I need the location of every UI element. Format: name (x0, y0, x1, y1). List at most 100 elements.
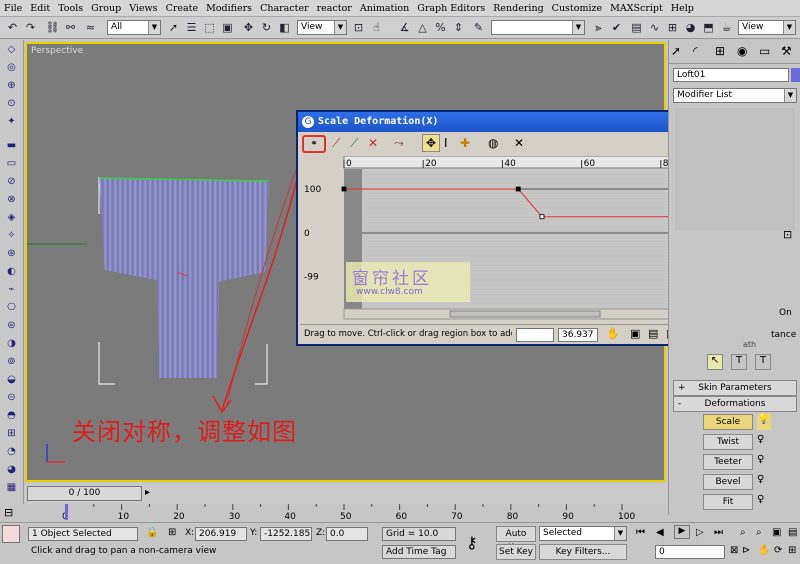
maximize-viewport-icon[interactable]: ⊞ (788, 545, 796, 556)
undo-icon[interactable]: ↶ (4, 19, 21, 36)
zoom-extents-icon[interactable]: ▣ (772, 527, 781, 538)
menu-edit[interactable]: Edit (30, 3, 50, 14)
play-icon[interactable]: ▶ (674, 525, 690, 539)
zoom-horizontal-extents-icon[interactable]: ▤ (648, 327, 658, 340)
curve-editor-icon[interactable]: ∿ (646, 19, 663, 36)
key-selection-dropdown[interactable]: Selected ▼ (539, 526, 627, 541)
menu-modifiers[interactable]: Modifiers (206, 3, 252, 14)
z-coordinate-field[interactable]: 0.0 (326, 527, 368, 541)
render-setup-icon[interactable]: ⬒ (700, 19, 717, 36)
mirror-icon[interactable]: ⫸ (590, 19, 607, 36)
select-manipulate-icon[interactable]: ☝ (368, 19, 385, 36)
unlink-icon[interactable]: ⚯ (62, 19, 79, 36)
absolute-mode-icon[interactable]: ⊞ (168, 527, 176, 538)
schematic-view-icon[interactable]: ⊞ (664, 19, 681, 36)
zoom-extents-icon[interactable]: ▣ (630, 327, 640, 340)
key-mode-icon[interactable]: ⚷ (466, 533, 478, 552)
bevel-toggle-icon[interactable]: ♀ (757, 474, 764, 485)
tool-icon[interactable]: ◈ (3, 212, 20, 223)
menu-character[interactable]: Character (260, 3, 309, 14)
menu-file[interactable]: File (4, 3, 22, 14)
move-control-point-icon[interactable]: ✥ (422, 134, 440, 152)
tool-icon[interactable]: ✦ (3, 116, 20, 127)
tool-icon[interactable]: ▬ (3, 140, 20, 151)
bevel-button[interactable]: Bevel (703, 474, 753, 490)
tool-icon[interactable]: ◇ (3, 44, 20, 55)
make-symmetrical-icon[interactable]: ⚭ (302, 135, 326, 153)
x-coordinate-field[interactable]: 206.919 (195, 527, 247, 541)
rotate-icon[interactable]: ↻ (258, 19, 275, 36)
selection-filter-dropdown[interactable]: All ▼ (107, 20, 161, 35)
utilities-tab-icon[interactable]: ⚒ (781, 44, 792, 58)
fit-button[interactable]: Fit (703, 494, 753, 510)
menu-views[interactable]: Views (129, 3, 157, 14)
key-filters-button[interactable]: Key Filters... (539, 544, 627, 560)
motion-tab-icon[interactable]: ◉ (737, 44, 747, 58)
menu-tools[interactable]: Tools (58, 3, 83, 14)
menu-create[interactable]: Create (166, 3, 199, 14)
layer-manager-icon[interactable]: ▤ (628, 19, 645, 36)
teeter-button[interactable]: Teeter (703, 454, 753, 470)
tool-icon[interactable]: ⊙ (3, 98, 20, 109)
tool-icon[interactable]: ◑ (3, 338, 20, 349)
delete-control-point-icon[interactable]: ◍ (488, 136, 498, 150)
menu-maxscript[interactable]: MAXScript (610, 3, 663, 14)
move-icon[interactable]: ✥ (240, 19, 257, 36)
select-object-icon[interactable]: ➚ (165, 19, 182, 36)
tool-icon[interactable]: ◐ (3, 266, 20, 277)
control-point[interactable] (539, 214, 545, 220)
menu-customize[interactable]: Customize (552, 3, 602, 14)
tool-icon[interactable]: ⊕ (3, 80, 20, 91)
display-x-axis-icon[interactable]: ⟋ (332, 136, 340, 151)
next-frame-button-icon[interactable]: ▷ (696, 527, 704, 538)
scale-control-point-icon[interactable]: I (444, 136, 448, 150)
redo-icon[interactable]: ↷ (22, 19, 39, 36)
current-frame-marker[interactable] (65, 504, 68, 520)
zoom-all-icon[interactable]: ⌕ (756, 527, 762, 538)
modifier-stack[interactable] (675, 108, 795, 230)
pan-icon[interactable]: ✋ (606, 327, 620, 340)
tool-icon[interactable]: ⊞ (3, 428, 20, 439)
tool-icon[interactable]: ⊛ (3, 248, 20, 259)
pan-view-icon[interactable]: ✋ (758, 545, 770, 556)
reference-coordinate-dropdown[interactable]: View ▼ (297, 20, 347, 35)
add-time-tag-button[interactable]: Add Time Tag (382, 545, 456, 559)
previous-frame-icon[interactable]: ◀ (656, 527, 664, 538)
modifier-list-dropdown[interactable]: Modifier List ▼ (673, 88, 797, 103)
control-point[interactable] (515, 186, 521, 192)
tool-icon[interactable]: ◕ (3, 464, 20, 475)
tool-icon[interactable]: ◔ (3, 446, 20, 457)
edit-named-selection-icon[interactable]: ✎ (470, 19, 487, 36)
go-to-start-icon[interactable]: ⏮ (636, 527, 645, 538)
swap-curves-icon[interactable]: ⤳ (394, 136, 404, 151)
menu-help[interactable]: Help (671, 3, 694, 14)
twist-toggle-icon[interactable]: ♀ (757, 434, 764, 445)
modify-tab-icon[interactable]: ◜ (693, 44, 698, 58)
tool-icon[interactable]: ▦ (3, 482, 20, 493)
snap-icon[interactable]: ∡ (396, 19, 413, 36)
scale-toggle-icon[interactable]: 💡 (757, 414, 771, 430)
go-to-end-icon[interactable]: ⏭ (714, 527, 723, 538)
control-point[interactable] (341, 186, 347, 192)
window-crossing-icon[interactable]: ▣ (219, 19, 236, 36)
teeter-toggle-icon[interactable]: ♀ (757, 454, 764, 465)
menu-rendering[interactable]: Rendering (493, 3, 543, 14)
menu-reactor[interactable]: reactor (317, 3, 352, 14)
tool-icon[interactable]: ◓ (3, 410, 20, 421)
move-icon[interactable]: T (755, 354, 771, 370)
set-key-button[interactable]: Set Key (496, 544, 536, 560)
scale-button[interactable]: Scale (703, 414, 753, 430)
max-listener-icon[interactable] (2, 525, 20, 543)
tool-icon[interactable]: ⊗ (3, 194, 20, 205)
object-color-swatch[interactable] (791, 68, 800, 82)
insert-corner-point-icon[interactable]: ✚ (460, 136, 470, 150)
time-configuration-icon[interactable]: ⊠ (730, 545, 738, 556)
menu-animation[interactable]: Animation (360, 3, 409, 14)
render-icon[interactable]: ☕ (718, 19, 735, 36)
menu-graph-editors[interactable]: Graph Editors (417, 3, 485, 14)
material-editor-icon[interactable]: ◕ (682, 19, 699, 36)
spinner-snap-icon[interactable]: ⇕ (450, 19, 467, 36)
display-tab-icon[interactable]: ▭ (759, 44, 770, 58)
current-frame-field[interactable]: 0 (655, 545, 725, 559)
menu-group[interactable]: Group (91, 3, 121, 14)
